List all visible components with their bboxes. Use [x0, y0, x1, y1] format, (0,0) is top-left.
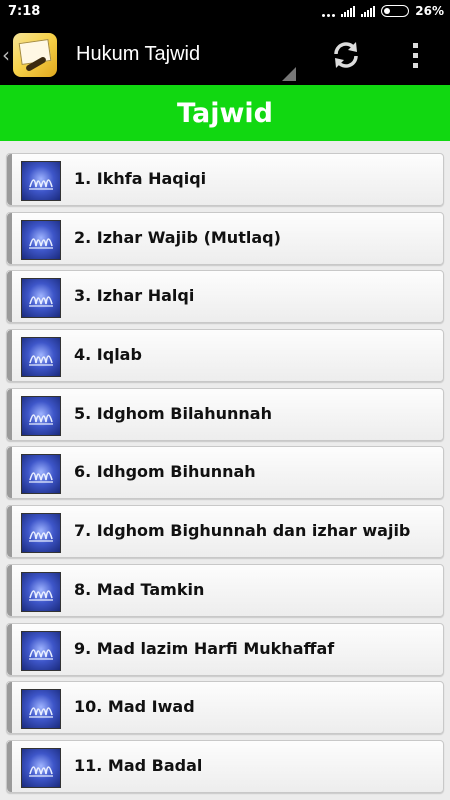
list-item-accent	[7, 623, 12, 675]
list-item[interactable]: 1. Ikhfa Haqiqi	[6, 153, 444, 206]
battery-icon	[381, 5, 410, 17]
list-item-accent	[7, 388, 12, 440]
allah-calligraphy-icon	[21, 395, 61, 436]
allah-calligraphy-icon	[21, 337, 61, 378]
list-item-label: 7. Idghom Bighunnah dan izhar wajib	[74, 521, 411, 541]
list-item[interactable]: 3. Izhar Halqi	[6, 270, 444, 324]
list-item[interactable]: 8. Mad Tamkin	[6, 563, 444, 617]
list-item-label: 5. Idghom Bilahunnah	[74, 403, 272, 423]
list-item-label: 10. Mad Iwad	[74, 697, 195, 717]
menu-dot	[412, 62, 418, 68]
list-item-accent	[7, 682, 12, 734]
allah-calligraphy-icon	[21, 747, 61, 788]
page-header: Tajwid	[0, 85, 450, 141]
list-item[interactable]: 9. Mad lazim Harfi Mukhaffaf	[6, 622, 444, 676]
list-item-accent	[7, 212, 12, 264]
status-bar: 7:18 26%	[0, 0, 450, 25]
notification-dots-icon	[322, 5, 336, 17]
battery-percent: 26%	[415, 4, 444, 18]
list-item-label: 2. Izhar Wajib (Mutlaq)	[74, 227, 281, 247]
signal-icon-2	[361, 5, 376, 17]
allah-calligraphy-icon	[21, 219, 61, 260]
list-item[interactable]: 6. Idhgom Bihunnah	[6, 446, 444, 500]
list-item[interactable]: 4. Iqlab	[6, 329, 444, 383]
dropdown-indicator-icon[interactable]	[282, 67, 296, 81]
allah-calligraphy-icon	[21, 454, 61, 495]
allah-calligraphy-icon	[21, 630, 61, 671]
list-item-accent	[7, 330, 12, 382]
signal-icon	[341, 5, 356, 17]
list-item-accent	[7, 271, 12, 323]
page-title: Tajwid	[177, 97, 273, 129]
app-title: Hukum Tajwid	[76, 43, 201, 65]
topic-list: 1. Ikhfa Haqiqi 2. Izhar Wajib (Mutlaq) 3.…	[0, 153, 450, 799]
list-item-label: 8. Mad Tamkin	[74, 579, 205, 599]
list-item-accent	[7, 154, 12, 205]
refresh-icon	[334, 42, 358, 68]
app-icon[interactable]	[13, 33, 57, 77]
list-item-label: 9. Mad lazim Harfi Mukhaffaf	[74, 638, 335, 658]
refresh-button[interactable]	[326, 35, 366, 75]
menu-dot	[412, 52, 418, 58]
list-item-accent	[7, 564, 12, 616]
back-chevron-icon[interactable]: ‹	[2, 43, 10, 67]
status-time: 7:18	[8, 4, 41, 19]
allah-calligraphy-icon	[21, 161, 61, 201]
list-item-accent	[7, 740, 12, 792]
list-item-label: 6. Idhgom Bihunnah	[74, 462, 256, 482]
list-item-label: 1. Ikhfa Haqiqi	[74, 169, 207, 188]
menu-dot	[412, 42, 418, 48]
overflow-menu-button[interactable]	[398, 35, 432, 75]
list-item-accent	[7, 506, 12, 558]
allah-calligraphy-icon	[21, 513, 61, 554]
list-item[interactable]: 5. Idghom Bilahunnah	[6, 387, 444, 441]
list-item-label: 4. Iqlab	[74, 345, 142, 365]
list-item[interactable]: 2. Izhar Wajib (Mutlaq)	[6, 211, 444, 265]
allah-calligraphy-icon	[21, 278, 61, 319]
list-item-accent	[7, 447, 12, 499]
status-icons: 26%	[322, 4, 444, 18]
allah-calligraphy-icon	[21, 571, 61, 612]
allah-calligraphy-icon	[21, 689, 61, 730]
list-item[interactable]: 7. Idghom Bighunnah dan izhar wajib	[6, 505, 444, 559]
list-item[interactable]: 10. Mad Iwad	[6, 681, 444, 735]
action-bar: ‹ Hukum Tajwid	[0, 25, 450, 85]
list-item[interactable]: 11. Mad Badal	[6, 739, 444, 793]
list-item-label: 11. Mad Badal	[74, 755, 203, 775]
list-item-label: 3. Izhar Halqi	[74, 286, 195, 306]
